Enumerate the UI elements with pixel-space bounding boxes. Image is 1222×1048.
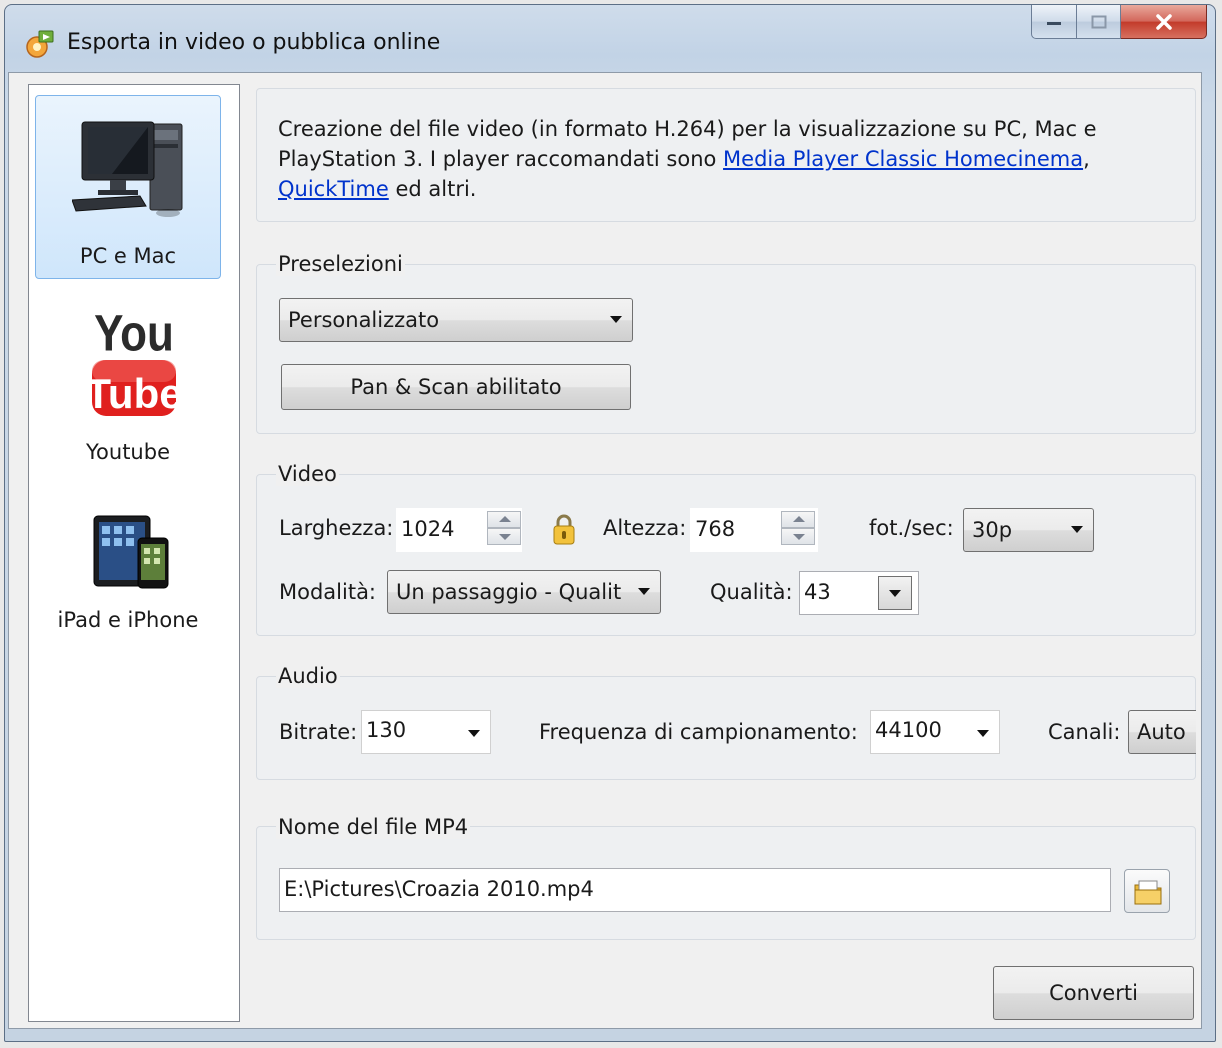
browse-button[interactable] (1124, 869, 1170, 913)
maximize-button[interactable] (1077, 5, 1121, 39)
minimize-icon (1047, 21, 1061, 25)
ipad-iphone-icon (93, 515, 169, 589)
channels-dropdown-value: Auto (1137, 720, 1186, 744)
convert-button[interactable]: Converti (993, 966, 1194, 1020)
folder-icon (1134, 880, 1162, 905)
sidebar-item-label: Youtube (86, 440, 170, 464)
bitrate-dropdown-value: 130 (366, 718, 407, 742)
sidebar-item-ipad-iphone[interactable]: iPad e iPhone (35, 495, 221, 675)
channels-label: Canali: (1048, 720, 1121, 744)
export-target-list[interactable]: PC e Mac You Tube Youtube iPad e iPhone (28, 84, 240, 1022)
spin-down-icon[interactable] (781, 528, 815, 545)
chevron-down-icon (1071, 526, 1083, 533)
quicktime-link[interactable]: QuickTime (278, 177, 389, 201)
format-description: Creazione del file video (in formato H.2… (278, 114, 1178, 204)
width-spinner[interactable] (487, 511, 521, 547)
quality-label: Qualità: (710, 580, 793, 604)
output-path-field[interactable]: E:\Pictures\Croazia 2010.mp4 (279, 868, 1111, 912)
output-path-value: E:\Pictures\Croazia 2010.mp4 (284, 877, 594, 901)
presets-group-title: Preselezioni (276, 252, 405, 276)
caption-buttons (1031, 5, 1207, 41)
quality-value: 43 (804, 580, 831, 604)
chevron-down-icon (610, 316, 622, 323)
app-icon (26, 30, 54, 58)
width-label: Larghezza: (279, 516, 394, 540)
chevron-down-icon (638, 588, 650, 595)
svg-text:You: You (94, 306, 174, 363)
maximize-icon (1091, 15, 1106, 28)
sidebar-item-youtube[interactable]: You Tube Youtube (35, 295, 221, 475)
sample-rate-dropdown-value: 44100 (875, 718, 942, 742)
mode-dropdown[interactable]: Un passaggio - Qualit (387, 570, 661, 614)
mode-label: Modalità: (279, 580, 377, 604)
chevron-down-icon (977, 730, 989, 737)
spin-up-icon[interactable] (781, 511, 815, 528)
height-spinner[interactable] (781, 511, 815, 547)
minimize-button[interactable] (1031, 5, 1077, 39)
close-icon (1155, 13, 1172, 30)
sample-rate-dropdown[interactable]: 44100 (870, 710, 1000, 754)
preset-dropdown[interactable]: Personalizzato (279, 298, 633, 342)
svg-text:Tube: Tube (85, 370, 182, 417)
spin-down-icon[interactable] (487, 528, 521, 545)
output-file-group-title: Nome del file MP4 (276, 815, 471, 839)
fps-label: fot./sec: (869, 516, 954, 540)
sidebar-item-label: PC e Mac (79, 244, 177, 268)
height-value: 768 (695, 517, 736, 541)
media-player-classic-link[interactable]: Media Player Classic Homecinema (723, 147, 1083, 171)
sample-rate-label: Frequenza di campionamento: (539, 720, 858, 744)
quality-dropdown-button[interactable] (878, 576, 912, 610)
aspect-lock-icon[interactable] (552, 512, 576, 546)
channels-dropdown[interactable]: Auto (1128, 710, 1196, 754)
sidebar-item-label: iPad e iPhone (57, 608, 199, 632)
description-separator: , (1083, 147, 1090, 171)
fps-dropdown[interactable]: 30p (963, 508, 1094, 552)
youtube-logo-icon: You Tube (85, 306, 182, 417)
mode-dropdown-value: Un passaggio - Qualit (396, 580, 622, 604)
desktop-pc-icon (72, 121, 183, 217)
window-title: Esporta in video o pubblica online (67, 30, 441, 55)
description-tail: ed altri. (388, 177, 477, 201)
preset-dropdown-value: Personalizzato (288, 308, 440, 332)
close-button[interactable] (1121, 5, 1207, 39)
video-group-title: Video (276, 462, 339, 486)
width-value: 1024 (401, 517, 455, 541)
bitrate-label: Bitrate: (279, 720, 358, 744)
audio-group-title: Audio (276, 664, 340, 688)
spin-up-icon[interactable] (487, 511, 521, 528)
chevron-down-icon (468, 730, 480, 737)
pan-scan-button[interactable]: Pan & Scan abilitato (281, 364, 631, 410)
sidebar-item-pc-mac[interactable]: PC e Mac (35, 95, 221, 279)
fps-dropdown-value: 30p (972, 518, 1013, 542)
bitrate-dropdown[interactable]: 130 (361, 710, 491, 754)
height-label: Altezza: (603, 516, 687, 540)
